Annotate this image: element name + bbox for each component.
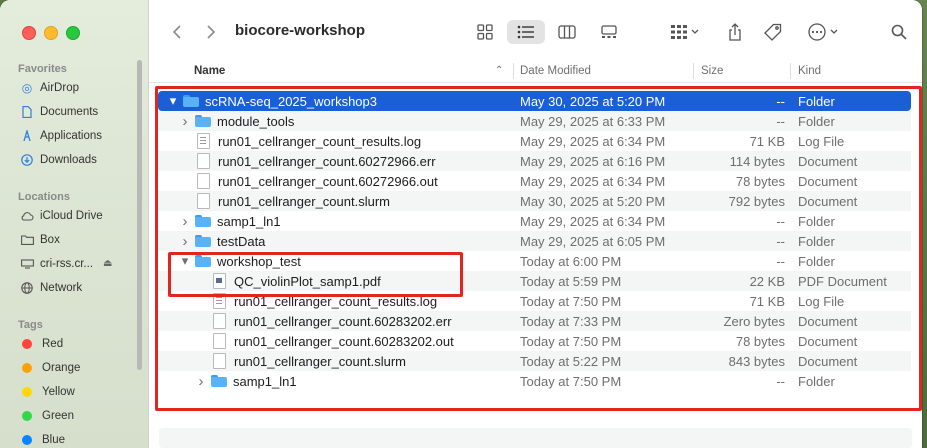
sidebar-item-label: Network (40, 282, 83, 294)
sidebar-item-label: Applications (40, 130, 103, 142)
sidebar-item-network[interactable]: Network (20, 278, 82, 298)
favorites-heading: Favorites (18, 63, 67, 75)
tags-heading: Tags (18, 319, 43, 331)
back-button[interactable] (167, 20, 187, 44)
columns-icon (558, 25, 576, 39)
column-size-header[interactable]: Size (701, 65, 723, 77)
gallery-icon (601, 25, 617, 38)
tag-dot-icon (22, 411, 32, 421)
group-grid-icon (671, 25, 687, 39)
column-header: Name ⌃ Date Modified Size Kind (149, 60, 922, 83)
locations-heading: Locations (18, 191, 70, 203)
icon-view-button[interactable] (469, 20, 501, 44)
sidebar-item-icloud[interactable]: iCloud Drive (20, 206, 103, 226)
sidebar-item-label: AirDrop (40, 82, 79, 94)
gallery-view-button[interactable] (593, 20, 625, 44)
eject-icon[interactable]: ⏏ (103, 258, 112, 269)
highlight-box-outer (155, 86, 922, 411)
share-button[interactable] (723, 20, 747, 44)
tag-dot-icon (22, 363, 32, 373)
list-icon (517, 25, 534, 39)
minimize-button[interactable] (44, 26, 58, 40)
sidebar-scrollbar[interactable] (137, 60, 142, 370)
sidebar-item-documents[interactable]: Documents (20, 102, 98, 122)
folder-icon (20, 235, 34, 245)
sidebar-tag-blue[interactable]: Blue (20, 430, 65, 448)
window-title: biocore-workshop (235, 22, 366, 39)
document-icon (20, 106, 34, 118)
sidebar-item-downloads[interactable]: Downloads (20, 150, 97, 170)
sidebar-item-label: Downloads (40, 154, 97, 166)
sidebar-tag-green[interactable]: Green (20, 406, 74, 426)
column-divider[interactable] (790, 63, 791, 79)
sidebar-item-label: Box (40, 234, 60, 246)
forward-button[interactable] (201, 20, 221, 44)
chevron-down-icon (830, 29, 838, 34)
finder-window: Favorites ◎ AirDrop Documents Applicatio… (0, 0, 922, 448)
group-by-button[interactable] (665, 20, 705, 44)
ellipsis-icon (808, 23, 826, 41)
sidebar-item-applications[interactable]: Applications (20, 126, 102, 146)
network-icon (20, 282, 34, 294)
sidebar-item-label: Documents (40, 106, 99, 118)
share-icon (729, 23, 741, 41)
chevron-right-icon (207, 25, 215, 39)
tag-dot-icon (22, 387, 32, 397)
sidebar-item-label: Yellow (42, 386, 75, 398)
tag-dot-icon (22, 339, 32, 349)
column-date-header[interactable]: Date Modified (520, 65, 591, 77)
sort-ascending-icon: ⌃ (495, 65, 504, 76)
column-divider[interactable] (693, 63, 694, 79)
search-button[interactable] (887, 20, 911, 44)
sidebar-tag-orange[interactable]: Orange (20, 358, 80, 378)
toolbar: biocore-workshop (149, 0, 922, 60)
tag-dot-icon (22, 435, 32, 445)
tag-icon (764, 23, 782, 41)
more-actions-button[interactable] (803, 20, 843, 44)
sidebar-item-box[interactable]: Box (20, 230, 60, 250)
search-icon (891, 24, 907, 40)
sidebar-tag-red[interactable]: Red (20, 334, 63, 354)
column-name-header[interactable]: Name (194, 65, 225, 77)
server-icon (20, 259, 34, 269)
grid-icon (477, 24, 493, 40)
sidebar-item-server[interactable]: cri-rss.cr... (20, 254, 93, 274)
list-view-button[interactable] (507, 20, 545, 44)
sidebar-item-airdrop[interactable]: ◎ AirDrop (20, 78, 79, 98)
applications-icon (20, 130, 34, 142)
sidebar-item-label: Red (42, 338, 64, 350)
sidebar-tag-yellow[interactable]: Yellow (20, 382, 75, 402)
cloud-icon (20, 211, 34, 221)
airdrop-icon: ◎ (21, 81, 33, 95)
sidebar-item-label: iCloud Drive (40, 210, 103, 222)
download-icon (20, 154, 34, 166)
sidebar-item-label: Blue (42, 434, 66, 446)
chevron-left-icon (173, 25, 181, 39)
window-controls (22, 26, 80, 40)
column-divider[interactable] (513, 63, 514, 79)
column-kind-header[interactable]: Kind (798, 65, 821, 77)
chevron-down-icon (691, 29, 699, 34)
sidebar-item-label: cri-rss.cr... (40, 258, 94, 270)
highlight-box-inner (168, 252, 463, 297)
close-button[interactable] (22, 26, 36, 40)
zoom-button[interactable] (66, 26, 80, 40)
sidebar-item-label: Green (42, 410, 74, 422)
tag-button[interactable] (761, 20, 785, 44)
column-view-button[interactable] (551, 20, 583, 44)
path-bar (159, 428, 912, 448)
sidebar: Favorites ◎ AirDrop Documents Applicatio… (0, 0, 149, 448)
sidebar-item-label: Orange (42, 362, 81, 374)
